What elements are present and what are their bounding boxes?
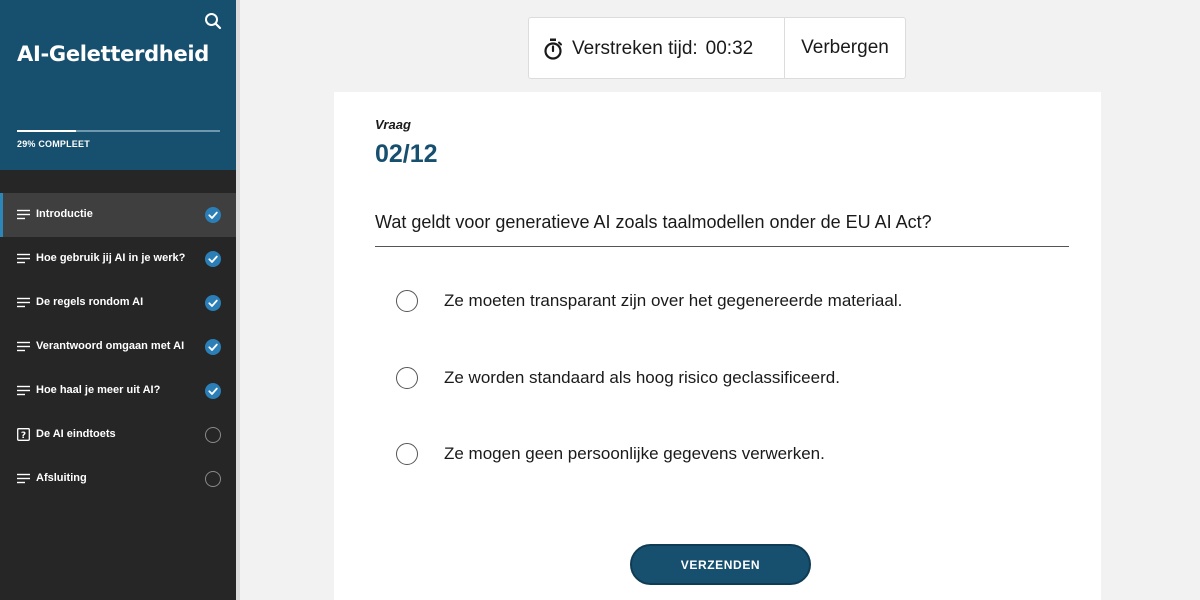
checkmark-icon <box>205 339 221 355</box>
progress-bar <box>17 130 220 132</box>
sidebar-item[interactable]: Afsluiting <box>0 457 236 501</box>
sidebar-item-label: Hoe haal je meer uit AI? <box>36 384 161 396</box>
timer-label: Verstreken tijd: <box>572 38 698 59</box>
timer-text: Verstreken tijd: 00:32 <box>572 38 753 60</box>
answer-option-2[interactable]: Ze worden standaard als hoog risico gecl… <box>396 363 1036 393</box>
submit-button[interactable]: VERZENDEN <box>630 544 811 585</box>
sidebar-item[interactable]: ? De AI eindtoets <box>0 413 236 457</box>
checkmark-icon <box>205 207 221 223</box>
sidebar-divider <box>236 0 240 600</box>
question-divider <box>375 246 1069 247</box>
sidebar-header: AI-Geletterdheid 29% COMPLEET <box>0 0 236 170</box>
search-icon[interactable] <box>204 12 222 30</box>
checkmark-icon <box>205 383 221 399</box>
sidebar-item-label: De regels rondom AI <box>36 296 144 308</box>
sidebar-item-label: Verantwoord omgaan met AI <box>36 340 185 352</box>
lesson-lines-icon <box>17 472 30 485</box>
radio-button[interactable] <box>396 443 418 465</box>
quiz-card: Vraag 02/12 Wat geldt voor generatieve A… <box>334 92 1101 600</box>
sidebar-item[interactable]: De regels rondom AI <box>0 281 236 325</box>
checkmark-icon <box>205 295 221 311</box>
answer-option-3[interactable]: Ze mogen geen persoonlijke gegevens verw… <box>396 439 1036 469</box>
lesson-lines-icon <box>17 296 30 309</box>
stopwatch-icon <box>543 38 563 60</box>
question-number: 02/12 <box>375 140 438 168</box>
course-title: AI-Geletterdheid <box>17 42 210 66</box>
progress-bar-fill <box>17 130 76 132</box>
sidebar-item-label: Introductie <box>36 208 93 220</box>
progress-label: 29% COMPLEET <box>17 139 90 149</box>
sidebar-item-label: Hoe gebruik jij AI in je werk? <box>36 252 186 264</box>
sidebar-item-label: Afsluiting <box>36 472 87 484</box>
answer-option-1[interactable]: Ze moeten transparant zijn over het gege… <box>396 286 1036 316</box>
elapsed-timer: Verstreken tijd: 00:32 Verbergen <box>528 17 906 79</box>
radio-button[interactable] <box>396 367 418 389</box>
lesson-lines-icon <box>17 340 30 353</box>
sidebar-item-label: De AI eindtoets <box>36 428 116 440</box>
hide-timer-button[interactable]: Verbergen <box>785 18 905 78</box>
question-label: Vraag <box>375 117 411 132</box>
lesson-lines-icon <box>17 252 30 265</box>
checkmark-icon <box>205 251 221 267</box>
lesson-lines-icon <box>17 208 30 221</box>
answer-option-label: Ze moeten transparant zijn over het gege… <box>444 291 903 310</box>
lesson-lines-icon <box>17 384 30 397</box>
sidebar: AI-Geletterdheid 29% COMPLEET Introducti… <box>0 0 236 600</box>
answer-option-label: Ze worden standaard als hoog risico gecl… <box>444 368 840 387</box>
question-text: Wat geldt voor generatieve AI zoals taal… <box>375 212 932 232</box>
sidebar-item[interactable]: Introductie <box>0 193 236 237</box>
quiz-question-icon: ? <box>17 428 30 441</box>
answer-option-label: Ze mogen geen persoonlijke gegevens verw… <box>444 444 825 463</box>
sidebar-item[interactable]: Verantwoord omgaan met AI <box>0 325 236 369</box>
empty-circle-icon <box>205 427 221 443</box>
timer-value: 00:32 <box>705 38 754 59</box>
svg-text:?: ? <box>21 431 26 441</box>
radio-button[interactable] <box>396 290 418 312</box>
sidebar-item[interactable]: Hoe haal je meer uit AI? <box>0 369 236 413</box>
sidebar-item[interactable]: Hoe gebruik jij AI in je werk? <box>0 237 236 281</box>
lesson-nav: Introductie Hoe gebruik jij AI in je werk… <box>0 193 236 501</box>
empty-circle-icon <box>205 471 221 487</box>
